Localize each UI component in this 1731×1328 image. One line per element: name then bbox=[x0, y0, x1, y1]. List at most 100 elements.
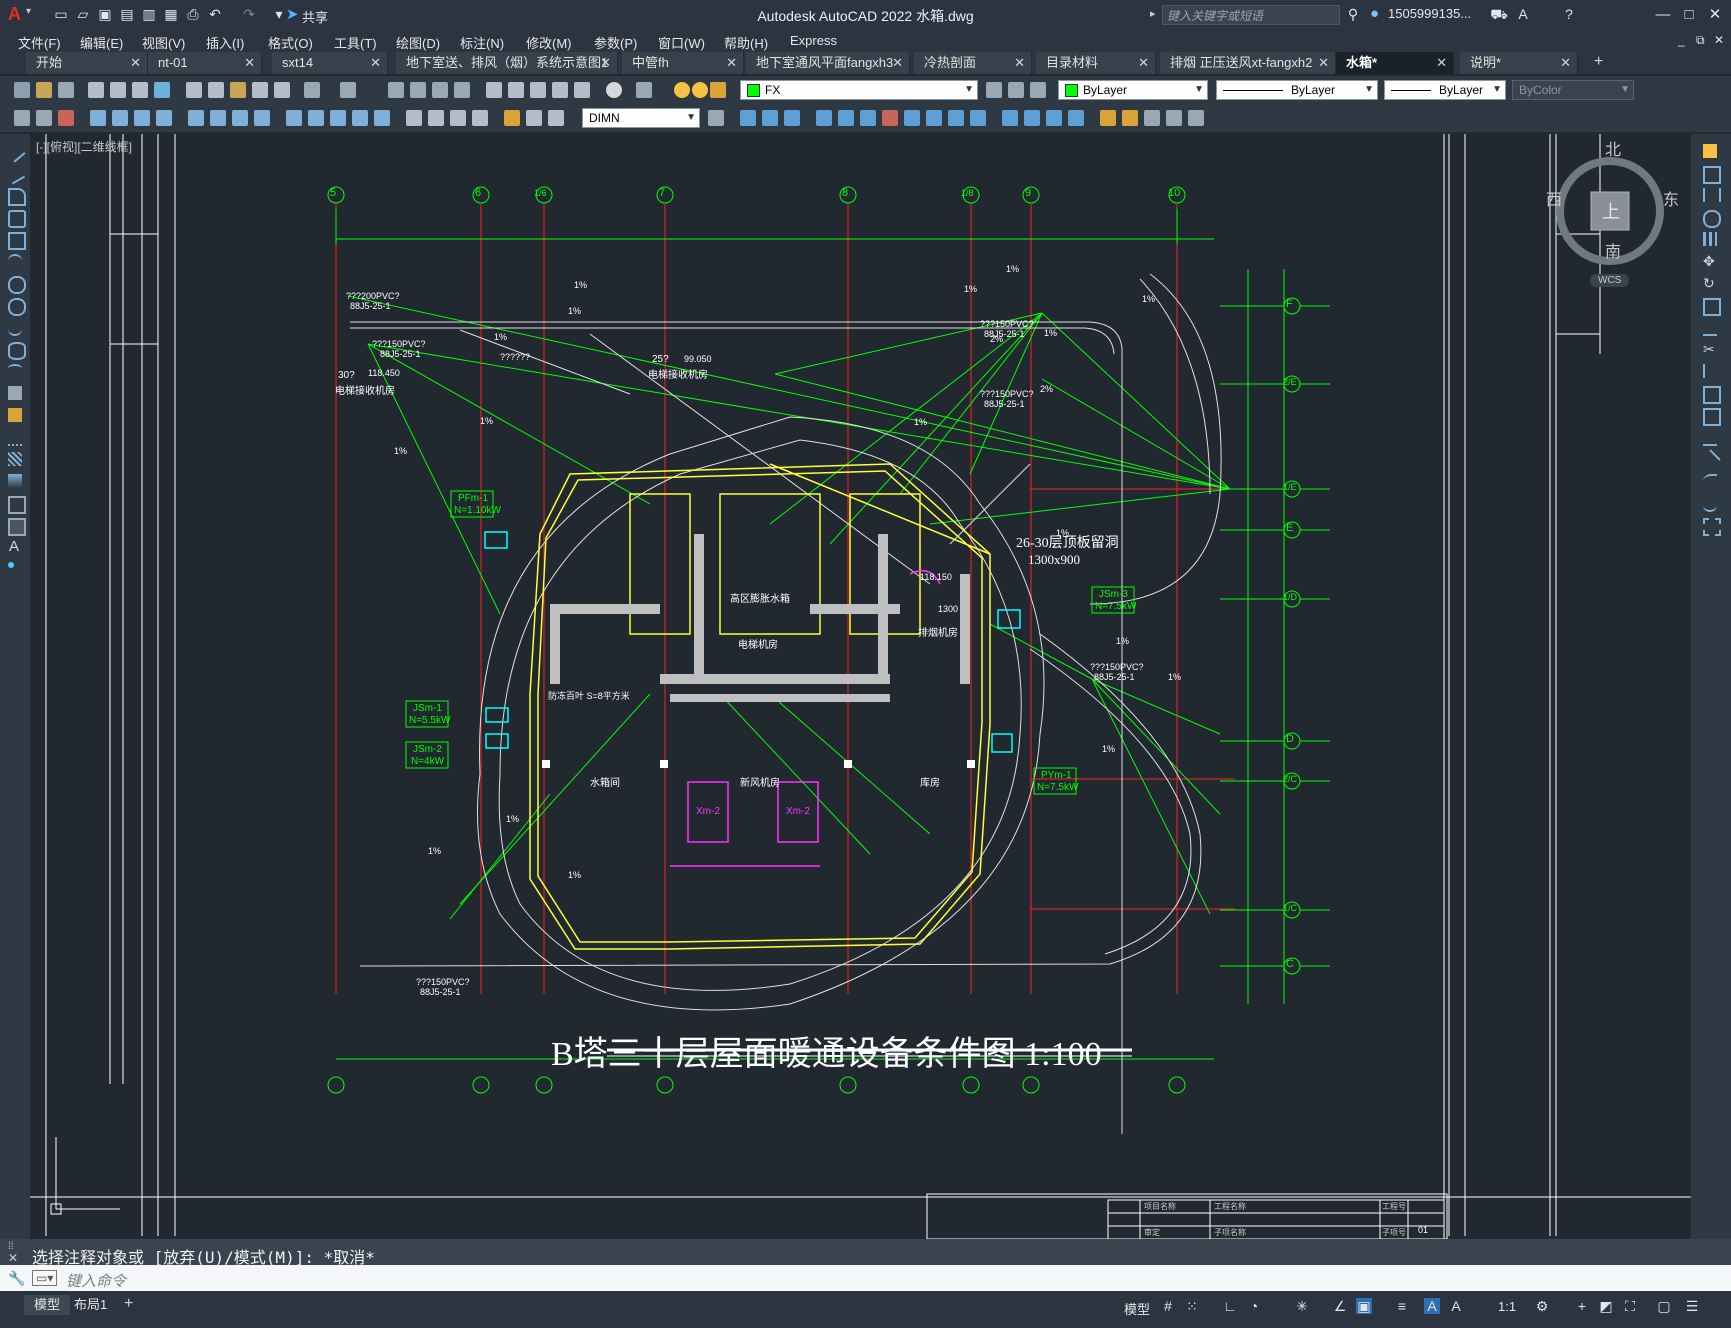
explode-icon[interactable] bbox=[1703, 518, 1721, 536]
join-icon[interactable] bbox=[1703, 430, 1717, 446]
zoom-previous-icon[interactable] bbox=[454, 82, 470, 98]
viewcube-top-face[interactable]: 上 bbox=[1602, 198, 1620, 224]
menu-dimension[interactable]: 标注(N) bbox=[460, 33, 504, 52]
design-center-icon[interactable] bbox=[508, 82, 524, 98]
mirror-icon[interactable] bbox=[1703, 188, 1721, 202]
fillet-icon[interactable] bbox=[1703, 474, 1717, 490]
layer-properties-icon[interactable] bbox=[636, 82, 652, 98]
command-prompt-icon[interactable]: ▭▾ bbox=[32, 1270, 58, 1286]
jogged-dim-icon[interactable] bbox=[210, 110, 226, 126]
ortho-icon[interactable]: ∟ bbox=[1222, 1298, 1238, 1314]
layer-match-icon[interactable] bbox=[1030, 82, 1046, 98]
layer-thaw-icon[interactable] bbox=[692, 82, 708, 98]
publish-icon[interactable] bbox=[132, 82, 148, 98]
add-selected-icon[interactable] bbox=[8, 562, 22, 576]
close-icon[interactable]: ✕ bbox=[244, 52, 255, 74]
rotate-icon[interactable] bbox=[860, 110, 876, 126]
wrench-icon[interactable]: 🔧 bbox=[8, 1270, 25, 1287]
move-icon[interactable] bbox=[838, 110, 854, 126]
send-back-icon[interactable] bbox=[58, 110, 74, 126]
chamfer-icon[interactable] bbox=[1699, 449, 1721, 471]
tab-layout1[interactable]: 布局1 bbox=[64, 1295, 117, 1315]
stretch-icon[interactable] bbox=[904, 110, 920, 126]
dim-edit-icon[interactable] bbox=[504, 110, 520, 126]
ellipse-icon[interactable] bbox=[8, 342, 26, 360]
plot-preview-icon[interactable] bbox=[110, 82, 126, 98]
aligned-dim-icon[interactable] bbox=[112, 110, 128, 126]
clean-screen-icon[interactable]: ▢ bbox=[1656, 1298, 1672, 1314]
copy-icon[interactable] bbox=[208, 82, 224, 98]
selection-cycling-icon[interactable]: ▣ bbox=[1356, 1298, 1372, 1314]
dim-style-icon[interactable] bbox=[708, 110, 724, 126]
close-icon[interactable]: ✕ bbox=[8, 1251, 18, 1265]
new-icon[interactable] bbox=[14, 82, 30, 98]
break-icon[interactable] bbox=[970, 110, 986, 126]
scale-icon[interactable] bbox=[1703, 298, 1721, 316]
markup-icon[interactable] bbox=[574, 82, 590, 98]
close-icon[interactable]: ✕ bbox=[1560, 52, 1571, 74]
rotate-icon[interactable]: ↻ bbox=[1703, 276, 1717, 290]
snap-icon[interactable]: ⁙ bbox=[1184, 1298, 1200, 1314]
help-icon[interactable]: ? bbox=[1560, 6, 1578, 22]
plot-icon[interactable] bbox=[88, 82, 104, 98]
center-mark-icon[interactable] bbox=[428, 110, 444, 126]
copy-object-icon[interactable] bbox=[740, 110, 756, 126]
compass-north[interactable]: 北 bbox=[1605, 136, 1621, 160]
menu-file[interactable]: 文件(F) bbox=[18, 33, 61, 52]
erase-icon[interactable] bbox=[1703, 144, 1717, 158]
rectangle-icon[interactable] bbox=[8, 232, 26, 250]
close-icon[interactable]: ✕ bbox=[1138, 52, 1149, 74]
circle-icon[interactable] bbox=[8, 276, 26, 294]
gear-icon[interactable]: ⚙ bbox=[1534, 1298, 1550, 1314]
doc-close-button[interactable]: ✕ bbox=[1714, 33, 1724, 47]
zoom-realtime-icon[interactable] bbox=[410, 82, 426, 98]
arc-length-icon[interactable] bbox=[134, 110, 150, 126]
line-icon[interactable] bbox=[4, 141, 26, 163]
explode-icon[interactable] bbox=[1068, 110, 1084, 126]
menu-tools[interactable]: 工具(T) bbox=[334, 33, 377, 52]
menu-draw[interactable]: 绘图(D) bbox=[396, 33, 440, 52]
tab-smoke-exhaust[interactable]: 排烟 正压送风xt-fangxh2 ✕ bbox=[1160, 52, 1336, 74]
baseline-dim-icon[interactable] bbox=[308, 110, 324, 126]
open-icon[interactable] bbox=[36, 82, 52, 98]
doc-minimize-button[interactable]: _ bbox=[1678, 33, 1685, 47]
close-icon[interactable]: ✕ bbox=[726, 52, 737, 74]
block-editor-icon[interactable] bbox=[274, 82, 290, 98]
diameter-dim-icon[interactable] bbox=[232, 110, 248, 126]
menu-view[interactable]: 视图(V) bbox=[142, 33, 185, 52]
tab-pipe-fh[interactable]: 中管fh ✕ bbox=[622, 52, 744, 74]
linear-dim-icon[interactable] bbox=[90, 110, 106, 126]
join-icon[interactable] bbox=[1002, 110, 1018, 126]
menu-window[interactable]: 窗口(W) bbox=[658, 33, 705, 52]
close-icon[interactable]: ✕ bbox=[370, 52, 381, 74]
point-icon[interactable] bbox=[8, 430, 22, 446]
grid-icon[interactable]: # bbox=[1160, 1298, 1176, 1314]
break-at-point-icon[interactable] bbox=[1703, 386, 1721, 404]
array-icon[interactable] bbox=[816, 110, 832, 126]
menu-insert[interactable]: 插入(I) bbox=[206, 33, 244, 52]
menu-format[interactable]: 格式(O) bbox=[268, 33, 313, 52]
linetype-dropdown[interactable]: ByLayer ▼ bbox=[1216, 80, 1378, 100]
close-icon[interactable]: ✕ bbox=[1014, 52, 1025, 74]
dim-break-icon[interactable] bbox=[374, 110, 390, 126]
array-icon[interactable] bbox=[1703, 232, 1717, 246]
image-icon[interactable] bbox=[1166, 110, 1182, 126]
layer-dropdown[interactable]: FX ▼ bbox=[740, 80, 978, 100]
tab-water-tank[interactable]: 水箱* ✕ bbox=[1336, 52, 1454, 74]
polar-icon[interactable]: ◔ bbox=[1246, 1298, 1262, 1314]
jogged-linear-icon[interactable] bbox=[472, 110, 488, 126]
plus-icon[interactable]: + bbox=[1574, 1298, 1590, 1314]
menu-modify[interactable]: 修改(M) bbox=[526, 33, 572, 52]
close-button[interactable]: ✕ bbox=[1702, 4, 1728, 26]
redo-icon[interactable] bbox=[340, 82, 356, 98]
cart-icon[interactable]: ⛟ bbox=[1490, 6, 1508, 22]
angular-dim-icon[interactable] bbox=[254, 110, 270, 126]
paste-icon[interactable] bbox=[230, 82, 246, 98]
dimstyle-dropdown[interactable]: DIMN ▼ bbox=[582, 108, 700, 128]
menu-parametric[interactable]: 参数(P) bbox=[594, 33, 637, 52]
polyline-icon[interactable] bbox=[8, 188, 26, 206]
pan-icon[interactable] bbox=[388, 82, 404, 98]
command-input[interactable]: 🔧 ▭▾ bbox=[0, 1265, 1731, 1291]
match-properties-icon[interactable] bbox=[252, 82, 268, 98]
ordinate-dim-icon[interactable] bbox=[156, 110, 172, 126]
